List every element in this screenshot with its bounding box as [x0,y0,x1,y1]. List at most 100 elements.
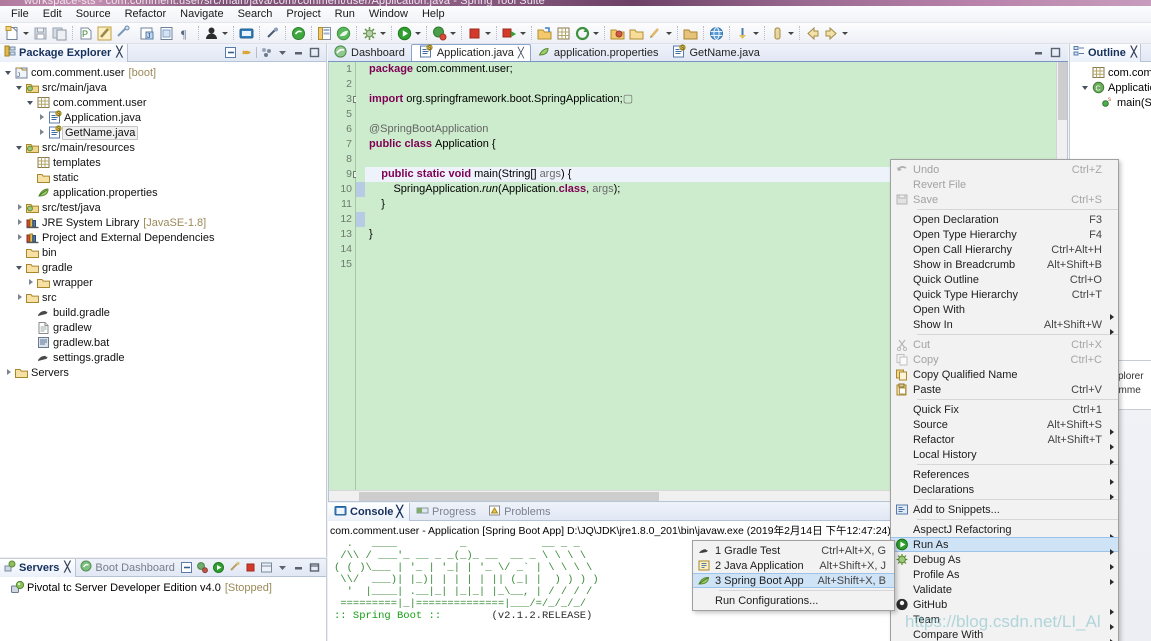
context-menu-item-open-type-hierarchy[interactable]: Open Type Hierarchy F4 [891,227,1118,242]
tree-item-static[interactable]: static [0,170,326,185]
package-explorer-tree[interactable]: Jcom.comment.user [boot] src/main/java com.… [0,63,326,557]
context-menu-item-declarations[interactable]: Declarations [891,482,1118,500]
context-menu-item-paste[interactable]: Paste Ctrl+V [891,382,1118,397]
toggle-comment-icon[interactable]: P [77,25,94,42]
context-menu-item-open-declaration[interactable]: Open Declaration F3 [891,212,1118,227]
format-icon[interactable] [115,25,132,42]
spring-leaf-icon[interactable] [335,25,352,42]
open-type-icon[interactable]: J [139,25,156,42]
chevron-collapsed-icon[interactable] [37,125,47,140]
tab-boot-dashboard[interactable]: Boot Dashboard [76,559,180,577]
code-line[interactable]: import org.springframework.boot.SpringAp… [365,92,1067,107]
run-as-item-1-gradle-test[interactable]: 1 Gradle Test Ctrl+Alt+X, G [693,543,894,558]
start-debug-icon[interactable] [196,561,209,574]
maximize-icon[interactable] [308,561,321,574]
new-package-icon[interactable] [555,25,572,42]
code-line[interactable] [365,107,1067,122]
external-tools-dropdown-arrow[interactable] [380,25,387,42]
context-menu-item-compare-with[interactable]: Compare With [891,627,1118,641]
chevron-collapsed-icon[interactable] [15,215,25,230]
servers-list[interactable]: Pivotal tc Server Developer Edition v4.0… [0,577,326,595]
editor-tab-getname-java[interactable]: S GetName.java [665,43,766,61]
annotation-dropdown-arrow[interactable] [666,25,673,42]
context-menu-item-source[interactable]: Source Alt+Shift+S [891,417,1118,435]
refresh-dropdown-arrow[interactable] [593,25,600,42]
run-dropdown-arrow[interactable] [415,25,422,42]
tree-item-com-comment-user[interactable]: Jcom.comment.user [boot] [0,65,326,80]
menu-item-help[interactable]: Help [415,6,452,22]
menu-item-edit[interactable]: Edit [36,6,69,22]
chevron-expanded-icon[interactable] [26,95,36,110]
stop-icon[interactable] [466,25,483,42]
save-icon[interactable] [32,25,49,42]
context-menu-item-profile-as[interactable]: Profile As [891,567,1118,585]
previous-annotation-dropdown-arrow[interactable] [788,25,795,42]
tree-item-gradle[interactable]: gradle [0,260,326,275]
open-package-icon[interactable] [682,25,699,42]
menu-item-search[interactable]: Search [231,6,280,22]
context-menu-item-references[interactable]: References [891,467,1118,485]
save-all-icon[interactable] [51,25,68,42]
editor-tab-dashboard[interactable]: Dashboard [328,44,411,61]
tree-item-settings-gradle[interactable]: settings.gradle [0,350,326,365]
tab-package-explorer[interactable]: Package Explorer ╳ [0,43,129,62]
chevron-expanded-icon[interactable] [15,260,25,275]
context-menu-item-run-as[interactable]: Run As [891,537,1118,555]
chevron-expanded-icon[interactable] [15,140,25,155]
tree-item-src-test-java[interactable]: src/test/java [0,200,326,215]
view-menu-icon[interactable] [276,561,289,574]
menu-item-project[interactable]: Project [279,6,327,22]
context-menu-item-quick-outline[interactable]: Quick Outline Ctrl+O [891,272,1118,287]
back-icon[interactable] [804,25,821,42]
context-menu-item-quick-type-hierarchy[interactable]: Quick Type Hierarchy Ctrl+T [891,287,1118,302]
user-icon[interactable] [203,25,220,42]
next-annotation-dropdown-arrow[interactable] [753,25,760,42]
code-line[interactable] [365,77,1067,92]
run-last-icon[interactable] [501,25,518,42]
tree-item-application-java[interactable]: S Application.java [0,110,326,125]
console-tab-problems[interactable]: Problems [482,504,556,520]
tab-outline[interactable]: Outline ╳ [1070,43,1141,62]
minimize-menu-icon[interactable] [276,46,289,59]
stop-dropdown-arrow[interactable] [485,25,492,42]
menu-item-refactor[interactable]: Refactor [118,6,174,22]
maximize-icon[interactable] [1049,46,1062,59]
tree-item-getname-java[interactable]: S GetName.java [0,125,326,140]
context-menu-item-open-with[interactable]: Open With [891,302,1118,320]
scrollbar-thumb[interactable] [359,492,659,501]
pin-icon[interactable] [264,25,281,42]
chevron-collapsed-icon[interactable] [37,110,47,125]
context-menu-item-refactor[interactable]: Refactor Alt+Shift+T [891,432,1118,450]
run-as-submenu[interactable]: 1 Gradle Test Ctrl+Alt+X, G2 Java Applica… [692,540,895,611]
menu-item-navigate[interactable]: Navigate [173,6,230,22]
outline-item[interactable]: s main(St [1070,95,1151,110]
chevron-collapsed-icon[interactable] [15,290,25,305]
tree-item-templates[interactable]: templates [0,155,326,170]
outline-item[interactable]: C Applicatio [1070,80,1151,95]
chevron-expanded-icon[interactable] [4,65,14,80]
tree-item-build-gradle[interactable]: build.gradle [0,305,326,320]
new-dropdown-arrow[interactable] [23,25,30,42]
context-menu-item-copy-qualified-name[interactable]: Copy Qualified Name [891,367,1118,382]
chevron-collapsed-icon[interactable] [15,200,25,215]
close-icon[interactable]: ╳ [1131,47,1137,58]
open-resource-icon[interactable] [609,25,626,42]
editor-tab-application-properties[interactable]: application.properties [531,44,665,61]
tree-item-gradlew[interactable]: gradlew [0,320,326,335]
publish-icon[interactable] [260,561,273,574]
editor-context-menu[interactable]: Undo Ctrl+Z Revert File Save Ctrl+S Open Decl… [890,159,1119,641]
code-line[interactable]: @SpringBootApplication [365,122,1067,137]
run-as-item-2-java-application[interactable]: 2 Java Application Alt+Shift+X, J [693,558,894,573]
chevron-expanded-icon[interactable] [1081,80,1091,95]
tree-item-project-and-external-dependencies[interactable]: Project and External Dependencies [0,230,326,245]
context-menu-item-show-in-breadcrumb[interactable]: Show in Breadcrumb Alt+Shift+B [891,257,1118,272]
debug-icon[interactable] [431,25,448,42]
menu-item-file[interactable]: File [4,6,36,22]
previous-annotation-icon[interactable] [769,25,786,42]
console-tab-console[interactable]: Console ╳ [328,502,411,521]
chevron-expanded-icon[interactable] [15,80,25,95]
annotation-icon[interactable] [647,25,664,42]
new-icon[interactable] [4,25,21,42]
pilcrow-icon[interactable]: ¶ [177,25,194,42]
editor-tab-application-java[interactable]: S Application.java ╳ [410,44,531,61]
